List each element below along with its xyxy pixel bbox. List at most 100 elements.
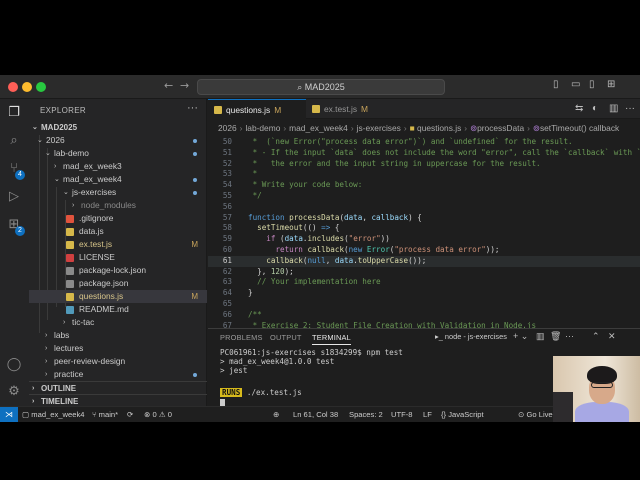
- code-line: 50 * (`new Error("process data error")`)…: [222, 137, 573, 146]
- split-terminal-icon[interactable]: ▥: [536, 331, 545, 342]
- account-icon[interactable]: ◯: [6, 357, 22, 373]
- go-live-button[interactable]: ⊙ Go Live: [518, 407, 553, 422]
- panel-tabs: PROBLEMS OUTPUT TERMINAL ▸_ node - js-ex…: [208, 329, 640, 345]
- breadcrumb-item[interactable]: lab-demo: [245, 123, 280, 133]
- kill-terminal-icon[interactable]: 🗑: [550, 331, 561, 342]
- tab-problems[interactable]: PROBLEMS: [220, 333, 263, 342]
- compare-changes-icon[interactable]: ⇆: [575, 103, 583, 114]
- modified-dot-icon: [193, 373, 197, 377]
- tree-item-readme-md[interactable]: README.md: [29, 303, 207, 316]
- breadcrumb-item[interactable]: mad_ex_week4: [289, 123, 348, 133]
- maximize-panel-icon[interactable]: ⌃: [592, 331, 600, 342]
- tree-item-node-modules[interactable]: › node_modules: [29, 199, 207, 212]
- zoom-window-button[interactable]: [36, 82, 46, 92]
- breadcrumb: 2026 › lab-demo › mad_ex_week4 › js-exercises ›…: [218, 123, 620, 133]
- tree-item-2026[interactable]: ⌄ 2026: [29, 134, 207, 147]
- vscode-window: ← → ⌕ MAD2025 ▯ ▭ ▯ ⊞ ❐ ⌕ ⑂ 4 ▷ ⊞ 2 ◯ ⚙ …: [0, 75, 640, 422]
- modified-dot-icon: [193, 191, 197, 195]
- chevron-down-icon: ⌄: [45, 150, 51, 157]
- tree-item-tic-tac[interactable]: › tic-tac: [29, 316, 207, 329]
- encoding[interactable]: UTF-8: [391, 407, 413, 422]
- end-of-line[interactable]: LF: [423, 407, 432, 422]
- terminal-line: RUNS ./ex.test.js: [220, 388, 302, 397]
- tree-item-lectures[interactable]: › lectures: [29, 342, 207, 355]
- terminal-selector[interactable]: ▸_ node - js-exercises: [435, 331, 507, 343]
- license-file-icon: [66, 254, 74, 262]
- more-actions-icon[interactable]: ···: [565, 331, 574, 341]
- tree-item-data-js[interactable]: data.js: [29, 225, 207, 238]
- tab-output[interactable]: OUTPUT: [270, 333, 302, 342]
- close-panel-icon[interactable]: ✕: [608, 331, 616, 342]
- branch-indicator[interactable]: ⑂ main*: [92, 407, 118, 422]
- cursor-position[interactable]: Ln 61, Col 38: [293, 407, 338, 422]
- code-line: 53 *: [222, 169, 258, 179]
- split-editor-icon[interactable]: ▥: [609, 103, 618, 114]
- explorer-icon[interactable]: ❐: [6, 105, 22, 121]
- tab-ex-test-js[interactable]: ex.test.js M: [306, 99, 382, 119]
- code-line: 62 }, 120);: [222, 266, 294, 276]
- code-line: 56: [222, 201, 232, 211]
- settings-gear-icon[interactable]: ⚙: [6, 384, 22, 400]
- tree-item-lab-demo[interactable]: ⌄ lab-demo: [29, 147, 207, 160]
- command-center-search[interactable]: ⌕ MAD2025: [197, 79, 445, 95]
- tree-item-practice[interactable]: › practice: [29, 368, 207, 381]
- language-mode[interactable]: {} JavaScript: [441, 407, 484, 422]
- back-arrow-icon[interactable]: ←: [164, 79, 173, 92]
- breadcrumb-item[interactable]: 2026: [218, 123, 237, 133]
- problems-indicator[interactable]: ⊗ 0 ⚠ 0: [144, 407, 172, 422]
- toggle-sidebar-icon[interactable]: ▯: [553, 79, 559, 90]
- source-control-badge: 4: [15, 170, 25, 180]
- toggle-secondary-sidebar-icon[interactable]: ▯: [589, 79, 595, 90]
- code-line: 59 if (data.includes("error")): [222, 234, 390, 244]
- tab-questions-js[interactable]: questions.js M: [208, 99, 306, 119]
- toggle-panel-icon[interactable]: ▭: [571, 79, 580, 90]
- breadcrumb-item[interactable]: js-exercises: [357, 123, 401, 133]
- warning-icon: ⚠: [158, 410, 168, 419]
- tree-item-package-json[interactable]: package.json: [29, 277, 207, 290]
- breadcrumb-item[interactable]: setTimeout() callback: [540, 123, 619, 133]
- close-window-button[interactable]: [8, 82, 18, 92]
- breadcrumb-item[interactable]: processData: [477, 123, 524, 133]
- terminal-icon: ▸_: [435, 332, 445, 341]
- extensions-badge: 2: [15, 226, 25, 236]
- tree-item-js-exercises[interactable]: ⌄ js-exercises: [29, 186, 207, 199]
- new-terminal-icon[interactable]: + ⌄: [513, 331, 528, 342]
- modified-badge: M: [191, 240, 198, 249]
- search-icon[interactable]: ⌕: [6, 133, 22, 149]
- sync-icon[interactable]: ⟳: [127, 407, 133, 422]
- markdown-file-icon: [66, 306, 74, 314]
- remote-icon[interactable]: ⋊: [0, 407, 18, 422]
- tree-item-gitignore[interactable]: .gitignore: [29, 212, 207, 225]
- tree-item-mad-ex-week4[interactable]: ⌄ mad_ex_week4: [29, 173, 207, 186]
- minimize-window-button[interactable]: [22, 82, 32, 92]
- json-file-icon: [66, 267, 74, 275]
- js-file-icon: ■: [409, 123, 418, 133]
- tab-terminal[interactable]: TERMINAL: [312, 333, 351, 345]
- code-editor[interactable]: 50 * (`new Error("process data error")`)…: [208, 137, 640, 333]
- forward-arrow-icon[interactable]: →: [180, 79, 189, 92]
- tree-item-mad-ex-week3[interactable]: › mad_ex_week3: [29, 160, 207, 173]
- code-line: 63 // Your implementation here: [222, 277, 381, 287]
- tree-item-ex-test-js[interactable]: ex.test.js M: [29, 238, 207, 251]
- js-file-icon: [66, 241, 74, 249]
- explorer-title: EXPLORER: [40, 106, 86, 115]
- open-changes-icon[interactable]: ◐: [592, 103, 598, 114]
- code-line-current: 61 callback(null, data.toUpperCase());: [208, 255, 640, 267]
- breadcrumb-item[interactable]: questions.js: [417, 123, 461, 133]
- tree-item-labs[interactable]: › labs: [29, 329, 207, 342]
- workspace-root[interactable]: ⌄ MAD2025: [29, 121, 207, 134]
- tree-item-license[interactable]: LICENSE: [29, 251, 207, 264]
- tree-item-peer-review-design[interactable]: › peer-review-design: [29, 355, 207, 368]
- function-icon: ⊚: [532, 123, 540, 133]
- run-debug-icon[interactable]: ▷: [6, 189, 22, 205]
- tree-item-package-lock-json[interactable]: package-lock.json: [29, 264, 207, 277]
- modified-dot-icon: [193, 152, 197, 156]
- indentation[interactable]: Spaces: 2: [349, 407, 383, 422]
- more-actions-icon[interactable]: ···: [625, 103, 635, 114]
- customize-layout-icon[interactable]: ⊞: [607, 79, 615, 90]
- workspace-indicator[interactable]: ▢ mad_ex_week4: [22, 407, 85, 422]
- tree-item-questions-js[interactable]: questions.js M: [29, 290, 207, 303]
- more-actions-icon[interactable]: ···: [187, 102, 198, 114]
- outline-section[interactable]: › OUTLINE: [29, 381, 207, 394]
- zoom-icon[interactable]: ⊕: [273, 407, 279, 422]
